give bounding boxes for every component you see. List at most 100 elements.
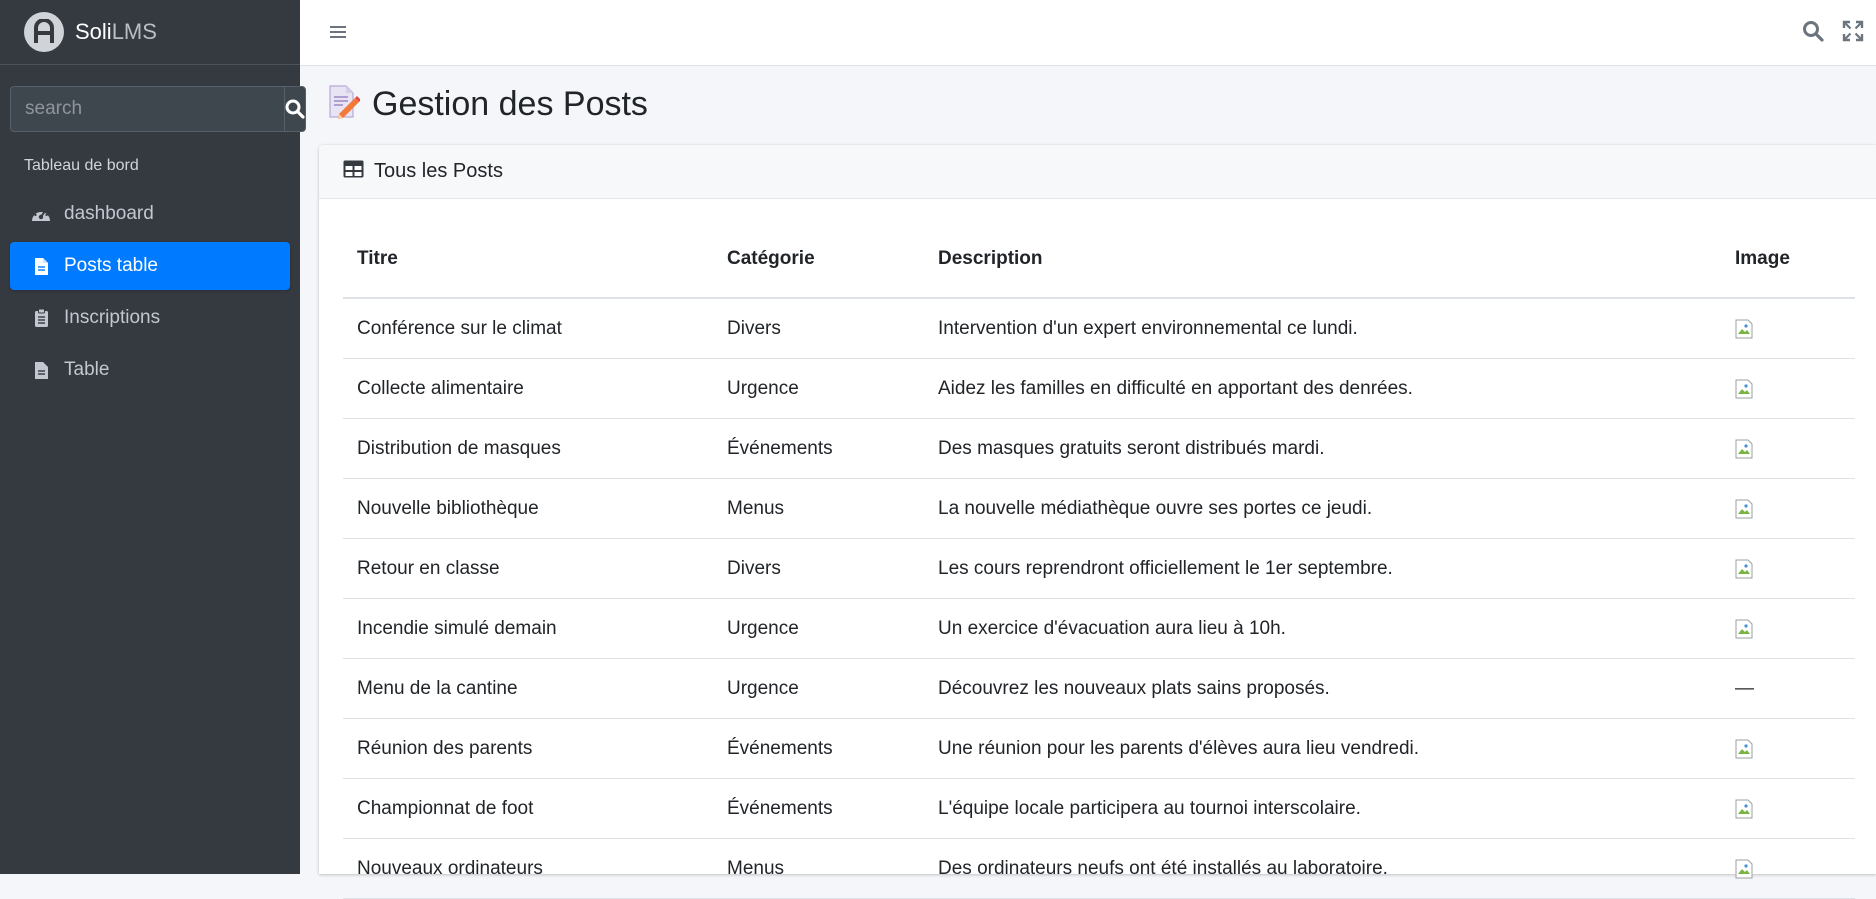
- table-row[interactable]: Nouvelle bibliothèque Menus La nouvelle mé…: [343, 478, 1855, 539]
- broken-image-icon: [1735, 799, 1753, 819]
- cell-categorie: Menus: [713, 478, 924, 539]
- sidebar-item-label: Inscriptions: [64, 307, 161, 328]
- broken-image-icon: [1735, 559, 1753, 579]
- brand-name-light: LMS: [111, 19, 157, 44]
- broken-image-icon: [1735, 379, 1753, 399]
- table-row[interactable]: Menu de la cantine Urgence Découvrez les n…: [343, 658, 1855, 719]
- cell-categorie: Événements: [713, 778, 924, 839]
- broken-image-icon: [1735, 499, 1753, 519]
- table-header-row: Titre Catégorie Description Image: [343, 221, 1855, 299]
- cell-titre: Nouveaux ordinateurs: [343, 838, 713, 899]
- cell-categorie: Urgence: [713, 658, 924, 719]
- expand-icon[interactable]: [1842, 20, 1864, 47]
- posts-table: Titre Catégorie Description Image Confér…: [343, 221, 1855, 899]
- cell-description: Intervention d'un expert environnemental…: [924, 298, 1721, 359]
- table-row[interactable]: Retour en classe Divers Les cours reprendr…: [343, 538, 1855, 599]
- clipboard-list-icon: [30, 307, 52, 329]
- cell-image: [1721, 538, 1855, 599]
- brand-link[interactable]: SoliLMS: [0, 0, 300, 65]
- cell-categorie: Menus: [713, 838, 924, 899]
- brand-logo-icon: [24, 12, 64, 52]
- sidebar-item-label: Table: [64, 359, 110, 380]
- cell-description: L'équipe locale participera au tournoi i…: [924, 778, 1721, 839]
- table-row[interactable]: Collecte alimentaire Urgence Aidez les fam…: [343, 358, 1855, 419]
- brand-name-main: Soli: [75, 19, 112, 44]
- cell-categorie: Divers: [713, 538, 924, 599]
- cell-description: Une réunion pour les parents d'élèves au…: [924, 718, 1721, 779]
- cell-titre: Distribution de masques: [343, 418, 713, 479]
- top-navbar: [300, 0, 1876, 66]
- table-row[interactable]: Conférence sur le climat Divers Interventi…: [343, 298, 1855, 359]
- cell-image: [1721, 598, 1855, 659]
- sidebar-nav: dashboard Posts table Inscriptions Table: [0, 190, 300, 394]
- tachometer-icon: [30, 203, 52, 225]
- sidebar-search: [10, 86, 306, 132]
- column-header-image[interactable]: Image: [1721, 221, 1855, 299]
- cell-categorie: Événements: [713, 718, 924, 779]
- hamburger-icon[interactable]: [328, 22, 348, 42]
- card-title: Tous les Posts: [374, 160, 503, 182]
- posts-card: Tous les Posts Titre Catégorie Descripti…: [319, 145, 1876, 899]
- cell-titre: Réunion des parents: [343, 718, 713, 779]
- search-icon[interactable]: [1802, 20, 1824, 47]
- cell-description: Des masques gratuits seront distribués m…: [924, 418, 1721, 479]
- column-header-titre[interactable]: Titre: [343, 221, 713, 299]
- card-header: Tous les Posts: [319, 145, 1876, 199]
- sidebar-item-label: Posts table: [64, 255, 158, 276]
- cell-categorie: Urgence: [713, 358, 924, 419]
- sidebar: SoliLMS Tableau de bord das: [0, 0, 306, 874]
- sidebar-item-label: dashboard: [64, 203, 154, 224]
- cell-image: [1721, 478, 1855, 539]
- broken-image-icon: [1735, 319, 1753, 339]
- cell-image: [1721, 838, 1855, 899]
- broken-image-icon: [1735, 739, 1753, 759]
- table-row[interactable]: Championnat de foot Événements L'équipe lo…: [343, 778, 1855, 839]
- search-icon: [285, 99, 305, 119]
- cell-image: —: [1721, 658, 1855, 719]
- cell-categorie: Événements: [713, 418, 924, 479]
- cell-titre: Incendie simulé demain: [343, 598, 713, 659]
- cell-description: Les cours reprendront officiellement le …: [924, 538, 1721, 599]
- column-header-categorie[interactable]: Catégorie: [713, 221, 924, 299]
- sidebar-item-table[interactable]: Table: [10, 346, 290, 394]
- file-icon: [30, 359, 52, 381]
- cell-image: [1721, 718, 1855, 779]
- cell-image: [1721, 298, 1855, 359]
- edit-document-icon: [328, 84, 361, 125]
- cell-titre: Championnat de foot: [343, 778, 713, 839]
- cell-categorie: Divers: [713, 298, 924, 359]
- cell-titre: Retour en classe: [343, 538, 713, 599]
- file-icon: [30, 255, 52, 277]
- broken-image-icon: [1735, 859, 1753, 879]
- sidebar-search-button[interactable]: [284, 86, 306, 132]
- cell-image: [1721, 778, 1855, 839]
- cell-description: La nouvelle médiathèque ouvre ses portes…: [924, 478, 1721, 539]
- nav-section-header: Tableau de bord: [24, 157, 139, 174]
- cell-titre: Conférence sur le climat: [343, 298, 713, 359]
- table-row[interactable]: Incendie simulé demain Urgence Un exercice…: [343, 598, 1855, 659]
- cell-image: [1721, 358, 1855, 419]
- brand-name: SoliLMS: [75, 19, 157, 45]
- broken-image-icon: [1735, 439, 1753, 459]
- cell-titre: Nouvelle bibliothèque: [343, 478, 713, 539]
- content-header: Gestion des Posts: [328, 84, 648, 125]
- cell-description: Un exercice d'évacuation aura lieu à 10h…: [924, 598, 1721, 659]
- sidebar-item-inscriptions[interactable]: Inscriptions: [10, 294, 290, 342]
- table-row[interactable]: Distribution de masques Événements Des mas…: [343, 418, 1855, 479]
- sidebar-item-dashboard[interactable]: dashboard: [10, 190, 290, 238]
- cell-description: Découvrez les nouveaux plats sains propo…: [924, 658, 1721, 719]
- broken-image-icon: [1735, 619, 1753, 639]
- sidebar-search-input[interactable]: [10, 86, 284, 132]
- table-row[interactable]: Nouveaux ordinateurs Menus Des ordinateurs…: [343, 838, 1855, 899]
- table-row[interactable]: Réunion des parents Événements Une réunion…: [343, 718, 1855, 779]
- page-title: Gestion des Posts: [372, 85, 648, 123]
- cell-description: Des ordinateurs neufs ont été installés …: [924, 838, 1721, 899]
- cell-image: [1721, 418, 1855, 479]
- table-icon: [343, 160, 364, 183]
- cell-categorie: Urgence: [713, 598, 924, 659]
- sidebar-item-posts-table[interactable]: Posts table: [10, 242, 290, 290]
- cell-description: Aidez les familles en difficulté en appo…: [924, 358, 1721, 419]
- cell-titre: Menu de la cantine: [343, 658, 713, 719]
- cell-titre: Collecte alimentaire: [343, 358, 713, 419]
- column-header-description[interactable]: Description: [924, 221, 1721, 299]
